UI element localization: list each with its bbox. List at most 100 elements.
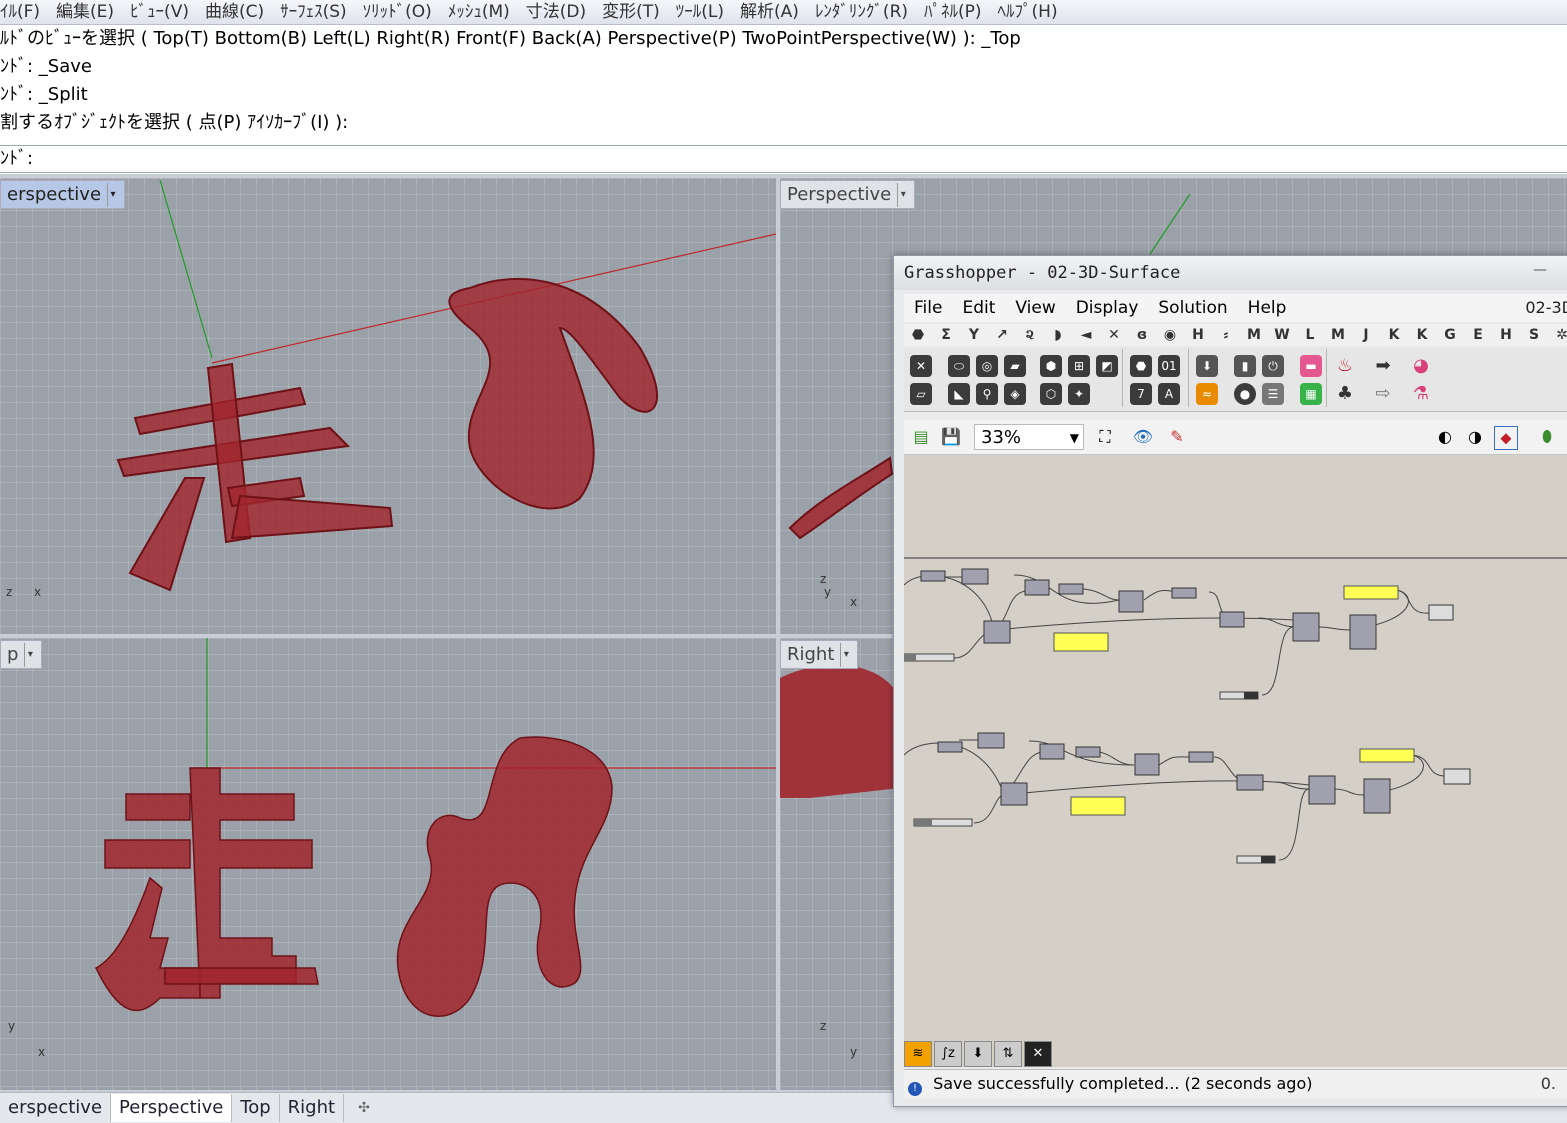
menu-item[interactable]: ﾊﾟﾈﾙ(P) <box>924 0 982 24</box>
sketch-pen-icon[interactable]: ✎ <box>1166 426 1188 448</box>
category-tab[interactable]: H <box>1184 324 1212 346</box>
close-icon[interactable]: ✕ <box>1024 1041 1052 1067</box>
cherry-icon[interactable]: ♨ <box>1334 355 1356 377</box>
menu-item[interactable]: ﾋﾞｭｰ(V) <box>130 0 189 24</box>
command-prompt[interactable]: ﾝﾄﾞ: <box>0 145 1567 173</box>
category-tab[interactable]: ◗ <box>1044 324 1072 346</box>
component-icon[interactable]: A <box>1158 383 1180 405</box>
category-tab[interactable]: W <box>1268 324 1296 346</box>
menu-item[interactable]: 編集(E) <box>56 0 114 24</box>
tab-perspective-clipped[interactable]: erspective <box>0 1094 112 1122</box>
gh-menu-item[interactable]: Help <box>1248 298 1287 318</box>
viewport-tab-right[interactable]: Right ▾ <box>780 640 859 669</box>
category-tab[interactable]: G <box>1436 324 1464 346</box>
import-icon[interactable]: ⬇ <box>964 1041 992 1067</box>
component-icon[interactable]: ≈ <box>1196 383 1218 405</box>
category-tab[interactable]: H <box>1492 324 1520 346</box>
category-tab[interactable]: M <box>1240 324 1268 346</box>
viewport-perspective-main[interactable]: z x erspective ▾ <box>0 178 776 634</box>
component-icon[interactable]: ◎ <box>976 355 998 377</box>
category-tab[interactable]: L <box>1296 324 1324 346</box>
category-tab[interactable]: ◄ <box>1072 324 1100 346</box>
tab-perspective[interactable]: Perspective <box>111 1094 233 1122</box>
chevron-down-icon[interactable]: ▾ <box>107 182 118 207</box>
preview-eye-icon[interactable]: 👁 <box>1132 426 1154 448</box>
viewport-tab-top[interactable]: p ▾ <box>0 640 43 669</box>
chevron-down-icon[interactable]: ▾ <box>24 642 35 667</box>
pill-icon[interactable]: ◕ <box>1410 355 1432 377</box>
category-tab[interactable]: ૨ <box>1016 324 1044 346</box>
gh-menu-item[interactable]: Display <box>1076 298 1139 318</box>
minimize-icon[interactable]: — <box>1530 262 1550 280</box>
viewport-top[interactable]: y x p ▾ <box>0 638 776 1090</box>
component-icon[interactable]: ⚲ <box>976 383 998 405</box>
preview-wire-icon[interactable]: ◐ <box>1434 426 1456 448</box>
component-icon[interactable]: ☰ <box>1262 383 1284 405</box>
menu-item[interactable]: ﾍﾙﾌﾟ(H) <box>998 0 1058 24</box>
component-icon[interactable]: ◈ <box>1004 383 1026 405</box>
menu-item[interactable]: 曲線(C) <box>205 0 264 24</box>
menu-item[interactable]: 変形(T) <box>602 0 660 24</box>
category-tab[interactable]: ↗ <box>988 324 1016 346</box>
category-tab[interactable]: J <box>1352 324 1380 346</box>
category-tab[interactable]: K <box>1408 324 1436 346</box>
menu-item[interactable]: ﾚﾝﾀﾞﾘﾝｸﾞ(R) <box>815 0 908 24</box>
category-tab[interactable]: ◉ <box>1156 324 1184 346</box>
component-icon[interactable]: ▦ <box>1300 383 1322 405</box>
component-icon[interactable]: ⊞ <box>1068 355 1090 377</box>
menu-item[interactable]: 寸法(D) <box>526 0 586 24</box>
component-icon[interactable]: ● <box>1234 383 1256 405</box>
component-icon[interactable]: ✦ <box>1068 383 1090 405</box>
component-icon[interactable]: ⬣ <box>1130 355 1152 377</box>
component-icon[interactable]: ▬ <box>1300 355 1322 377</box>
arrow-right-icon[interactable]: ➡ <box>1372 355 1394 377</box>
chevron-down-icon[interactable]: ▾ <box>897 182 908 207</box>
component-icon[interactable]: ◩ <box>1096 355 1118 377</box>
component-icon[interactable]: ⬡ <box>1040 383 1062 405</box>
category-tab[interactable]: M <box>1324 324 1352 346</box>
category-tab[interactable]: ⸗ <box>1212 324 1240 346</box>
category-tab[interactable]: E <box>1464 324 1492 346</box>
zoom-extents-icon[interactable]: ⛶ <box>1094 426 1116 448</box>
category-tab[interactable]: S <box>1520 324 1548 346</box>
component-icon[interactable]: ⬇ <box>1196 355 1218 377</box>
gh-menu-item[interactable]: Edit <box>962 298 995 318</box>
menu-item[interactable]: 解析(A) <box>740 0 799 24</box>
zoom-select[interactable]: 33% ▼ <box>974 424 1084 450</box>
preview-selected-icon[interactable]: ⬥ <box>1494 426 1518 450</box>
component-icon[interactable]: ⬢ <box>1040 355 1062 377</box>
category-tab[interactable]: Y <box>960 324 988 346</box>
save-icon[interactable]: 💾 <box>940 426 962 448</box>
document-tab[interactable]: 02-3D <box>1525 294 1567 322</box>
tree-icon[interactable]: ♣ <box>1334 383 1356 405</box>
grasshopper-canvas[interactable] <box>904 455 1567 1067</box>
category-tab[interactable]: ✲ <box>1548 324 1567 346</box>
viewport-tab-perspective-secondary[interactable]: Perspective ▾ <box>780 180 916 209</box>
expression-icon[interactable]: ∫z <box>934 1041 962 1067</box>
menu-item[interactable]: ﾒｯｼｭ(M) <box>448 0 510 24</box>
gh-menu-item[interactable]: Solution <box>1158 298 1227 318</box>
component-icon[interactable]: ▱ <box>910 383 932 405</box>
component-icon[interactable]: 7 <box>1130 383 1152 405</box>
category-tab[interactable]: ✕ <box>1100 324 1128 346</box>
menu-item[interactable]: ﾂｰﾙ(L) <box>676 0 724 24</box>
chevron-down-icon[interactable]: ▾ <box>840 642 851 667</box>
component-icon[interactable]: ▮ <box>1234 355 1256 377</box>
viewport-tab-perspective-main[interactable]: erspective ▾ <box>0 180 126 209</box>
graph-icon[interactable]: ≋ <box>904 1041 932 1067</box>
category-tab[interactable]: ɞ <box>1128 324 1156 346</box>
component-icon[interactable]: ✕ <box>910 355 932 377</box>
component-icon[interactable]: ◣ <box>948 383 970 405</box>
arrow-outline-icon[interactable]: ⇨ <box>1372 383 1394 405</box>
flask-icon[interactable]: ⚗ <box>1410 383 1432 405</box>
add-tab-icon[interactable]: ✣ <box>344 1100 384 1116</box>
tab-right[interactable]: Right <box>280 1094 345 1122</box>
preview-shaded-icon[interactable]: ◑ <box>1464 426 1486 448</box>
category-tab[interactable]: ⬣ <box>904 324 932 346</box>
open-file-icon[interactable]: ▤ <box>910 426 932 448</box>
menu-item[interactable]: ｻｰﾌｪｽ(S) <box>280 0 347 24</box>
tab-top[interactable]: Top <box>232 1094 280 1122</box>
category-tab[interactable]: K <box>1380 324 1408 346</box>
component-icon[interactable]: ▰ <box>1004 355 1026 377</box>
component-icon[interactable]: ⏻ <box>1262 355 1284 377</box>
